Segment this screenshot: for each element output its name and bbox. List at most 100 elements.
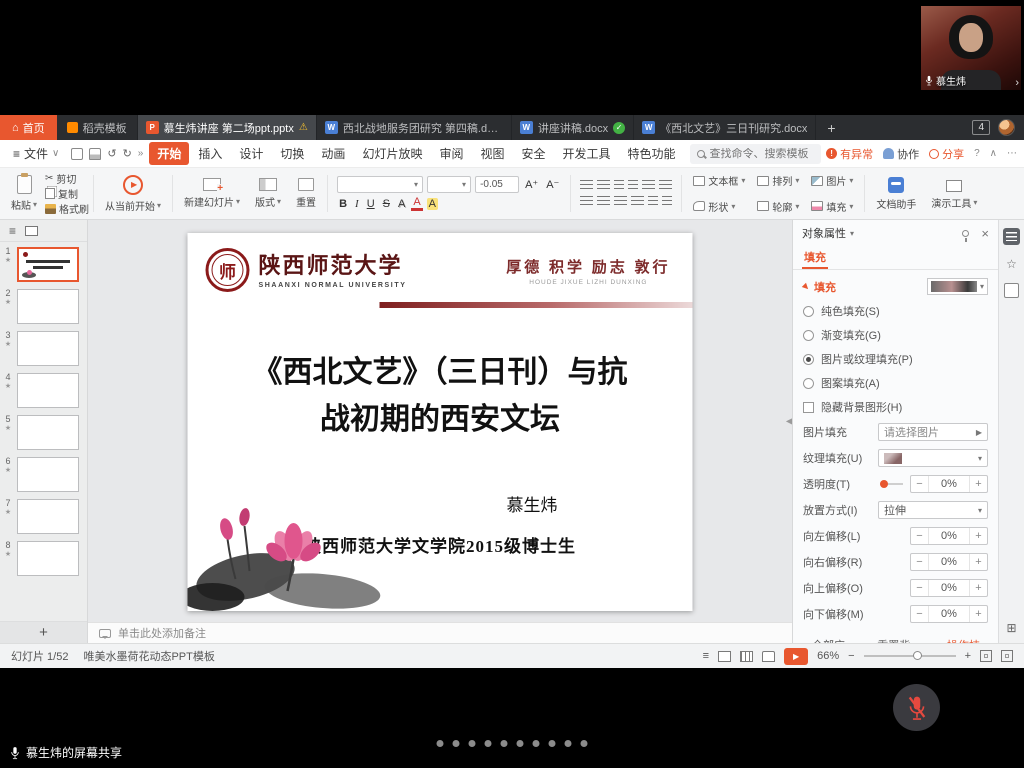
notes-bar[interactable]: 单击此处添加备注 [88,622,792,643]
webcam-expand-chevron-icon[interactable]: › [1015,77,1019,89]
ribbon-tab-insert[interactable]: 插入 [190,142,230,165]
more-menu-icon[interactable]: ⋯ [1007,148,1017,159]
radio-solid-fill[interactable]: 纯色填充(S) [803,303,988,319]
dot[interactable] [581,740,588,747]
offset-left-stepper[interactable]: − 0% + [910,527,988,545]
bullet-list-icon[interactable] [580,180,593,191]
slide-title[interactable]: 《西北文艺》（三日刊）与抗 战初期的西安文坛 [188,350,693,443]
picture-button[interactable]: 图片 ▾ [811,170,853,192]
slide-thumbnail-8[interactable]: 8★ [2,541,84,576]
app-grid-icon[interactable]: ⊞ [1006,621,1016,635]
texture-fill-select[interactable]: ▾ [878,449,988,467]
highlight-button[interactable]: A [427,198,438,210]
font-family-select[interactable]: ▾ [337,176,423,193]
slide-sorter-view-icon[interactable] [740,651,753,662]
italic-button[interactable]: I [353,198,361,210]
ribbon-tab-design[interactable]: 设计 [231,142,271,165]
dot[interactable] [453,740,460,747]
shape-button[interactable]: 形状 ▾ [693,196,745,218]
radio-pattern-fill[interactable]: 图案填充(A) [803,375,988,391]
align-left-icon[interactable] [580,196,593,207]
collapse-ribbon-icon[interactable]: ∧ [990,148,997,159]
notes-toggle-icon[interactable]: ≡ [703,650,709,662]
offset-down-stepper[interactable]: − 0% + [910,605,988,623]
slide-thumbnail-6[interactable]: 6★ [2,457,84,492]
pin-icon[interactable] [962,230,969,237]
minus-button[interactable]: − [911,554,928,570]
columns-icon[interactable] [659,180,672,191]
placement-select[interactable]: 拉伸 ▾ [878,501,988,519]
minus-button[interactable]: − [911,580,928,596]
zoom-out-icon[interactable]: − [848,650,854,662]
print-icon[interactable] [89,148,101,160]
textbox-button[interactable]: 文本框 ▾ [693,170,745,192]
copy-button[interactable]: 复制 [45,187,89,200]
picture-fill-select[interactable]: 请选择图片 ▶ [878,423,988,441]
zoom-slider-knob[interactable] [913,651,922,660]
offset-up-stepper[interactable]: − 0% + [910,579,988,597]
thumbnail-view-icon[interactable] [25,226,38,236]
font-color-button[interactable]: A [411,197,422,211]
strikethrough-button[interactable]: S [381,198,392,210]
dot[interactable] [437,740,444,747]
slide-thumbnail-1[interactable]: 1★ [2,247,84,282]
window-manage-button[interactable]: 4 [972,120,990,135]
file-menu-button[interactable]: ≡ 文件 ∨ [7,145,65,162]
tab-document-ppt[interactable]: P 慕生炜讲座 第二场ppt.pptx ⚠ [138,115,317,140]
fill-preview-dropdown[interactable]: ▾ [927,278,988,295]
ribbon-tab-view[interactable]: 视图 [472,142,512,165]
ribbon-tab-devtools[interactable]: 开发工具 [555,142,619,165]
fit-slide-icon[interactable] [980,650,992,662]
slide-thumbnail-3[interactable]: 3★ [2,331,84,366]
numbered-list-icon[interactable] [597,180,610,191]
reading-view-icon[interactable] [762,651,775,662]
align-objects-icon[interactable] [662,196,672,207]
fullscreen-icon[interactable] [1001,650,1013,662]
tab-home[interactable]: ⌂ 首页 [0,115,57,140]
tab-docer-templates[interactable]: 稻壳模板 [57,115,138,140]
arrange-button[interactable]: 排列 ▾ [757,170,799,192]
cut-button[interactable]: ✂ 剪切 [45,172,89,185]
minus-button[interactable]: − [911,606,928,622]
slide-thumbnail-2[interactable]: 2★ [2,289,84,324]
dot[interactable] [501,740,508,747]
reset-button[interactable]: 重置 [289,170,323,217]
microphone-muted-button[interactable] [893,684,940,731]
increase-font-icon[interactable]: A⁺ [523,178,540,191]
undo-icon[interactable]: ↺ [107,147,116,160]
user-avatar[interactable] [998,119,1015,136]
underline-button[interactable]: U [365,198,377,210]
radio-picture-fill[interactable]: 图片或纹理填充(P) [803,351,988,367]
decrease-font-icon[interactable]: A⁻ [544,178,561,191]
properties-strip-icon[interactable] [1003,228,1020,245]
plus-button[interactable]: + [970,606,987,622]
slide-editor-canvas[interactable]: 师 陕西师范大学 SHAANXI NORMAL UNIVERSITY 厚德 积学… [88,220,792,622]
dot[interactable] [517,740,524,747]
checkbox-hide-background[interactable]: 隐藏背景图形(H) [803,399,988,415]
increase-indent-icon[interactable] [628,180,638,191]
normal-view-icon[interactable] [718,651,731,662]
dot[interactable] [549,740,556,747]
tab-fill[interactable]: 填充 [802,246,828,269]
decrease-indent-icon[interactable] [614,180,624,191]
outline-view-icon[interactable]: ≡ [9,224,16,238]
transparency-stepper[interactable]: − 0% + [910,475,988,493]
layout-strip-icon[interactable] [1004,283,1019,298]
zoom-in-icon[interactable]: + [965,650,971,662]
offset-right-stepper[interactable]: − 0% + [910,553,988,571]
ribbon-tab-animation[interactable]: 动画 [313,142,353,165]
share-button[interactable]: 分享 [929,146,964,162]
dot[interactable] [533,740,540,747]
format-painter-button[interactable]: 格式刷 [45,202,89,215]
line-spacing-icon[interactable] [642,180,655,191]
dropdown-icon[interactable]: ▾ [850,229,854,238]
minus-button[interactable]: − [911,476,928,492]
text-shadow-button[interactable]: A [396,198,407,210]
outline-button[interactable]: 轮廓 ▾ [757,196,799,218]
new-tab-button[interactable]: + [816,115,846,140]
font-size-select[interactable]: ▾ [427,176,471,193]
new-slide-button[interactable]: 新建幻灯片▾ [177,170,247,217]
text-direction-icon[interactable] [648,196,658,207]
tab-document-docx-1[interactable]: W 西北战地服务团研究 第四稿.docx [317,115,512,140]
dot[interactable] [469,740,476,747]
